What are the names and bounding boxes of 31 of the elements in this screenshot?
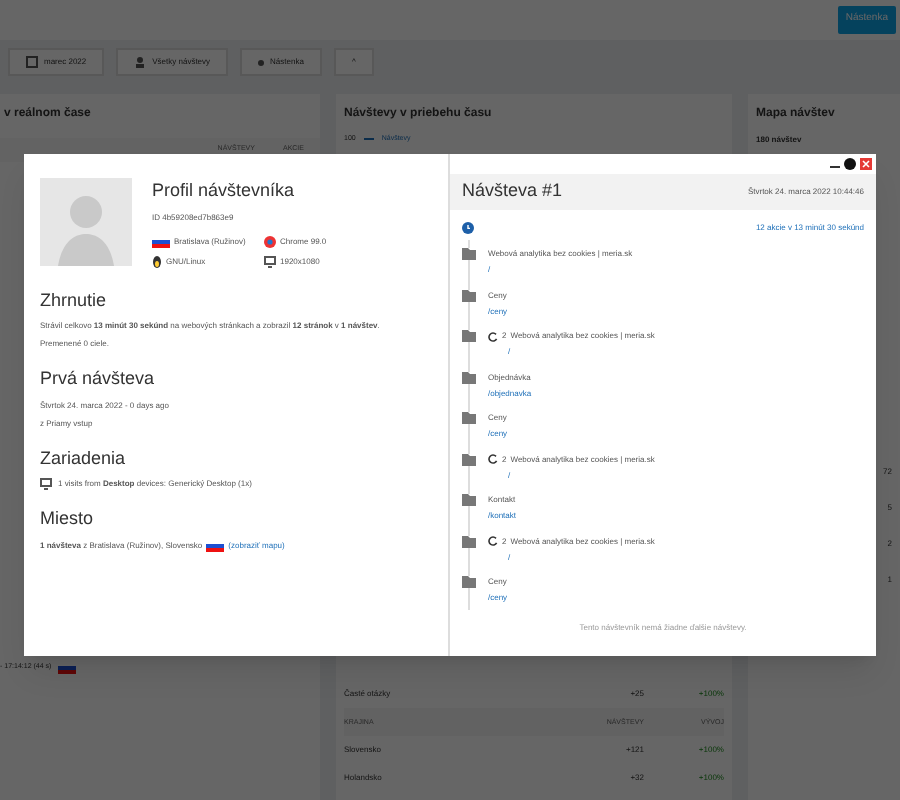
section-title: Zariadenia: [40, 445, 128, 471]
dot-icon: [258, 59, 265, 65]
flag-icon: [57, 662, 76, 674]
folder-icon: [462, 412, 476, 424]
penguin-icon: [152, 255, 162, 267]
section-title: Zhrnutie: [40, 287, 109, 313]
monitor-icon: [264, 255, 276, 267]
people-icon: [134, 56, 147, 68]
visit-title: Návšteva #1: [462, 178, 563, 205]
close-button[interactable]: [860, 158, 872, 170]
reload-icon: [488, 331, 498, 341]
legend-line-icon: [363, 138, 374, 141]
folder-icon: [462, 535, 476, 547]
calendar-icon: [26, 56, 38, 68]
flag-icon: [206, 539, 225, 551]
folder-icon: [462, 289, 476, 301]
reload-icon: [488, 454, 498, 464]
clock-icon: [462, 222, 474, 234]
folder-icon: [462, 371, 476, 383]
section-title: Prvá návšteva: [40, 366, 157, 392]
profile-title: Profil návštevníka: [152, 178, 297, 204]
folder-icon: [462, 248, 476, 260]
folder-icon: [462, 576, 476, 588]
browser-icon: [264, 235, 276, 247]
section-title: Miesto: [40, 506, 96, 532]
monitor-icon: [40, 478, 52, 490]
reload-icon: [488, 536, 498, 546]
flag-icon: [152, 235, 170, 247]
folder-icon: [462, 494, 476, 506]
folder-icon: [462, 330, 476, 342]
folder-icon: [462, 453, 476, 465]
